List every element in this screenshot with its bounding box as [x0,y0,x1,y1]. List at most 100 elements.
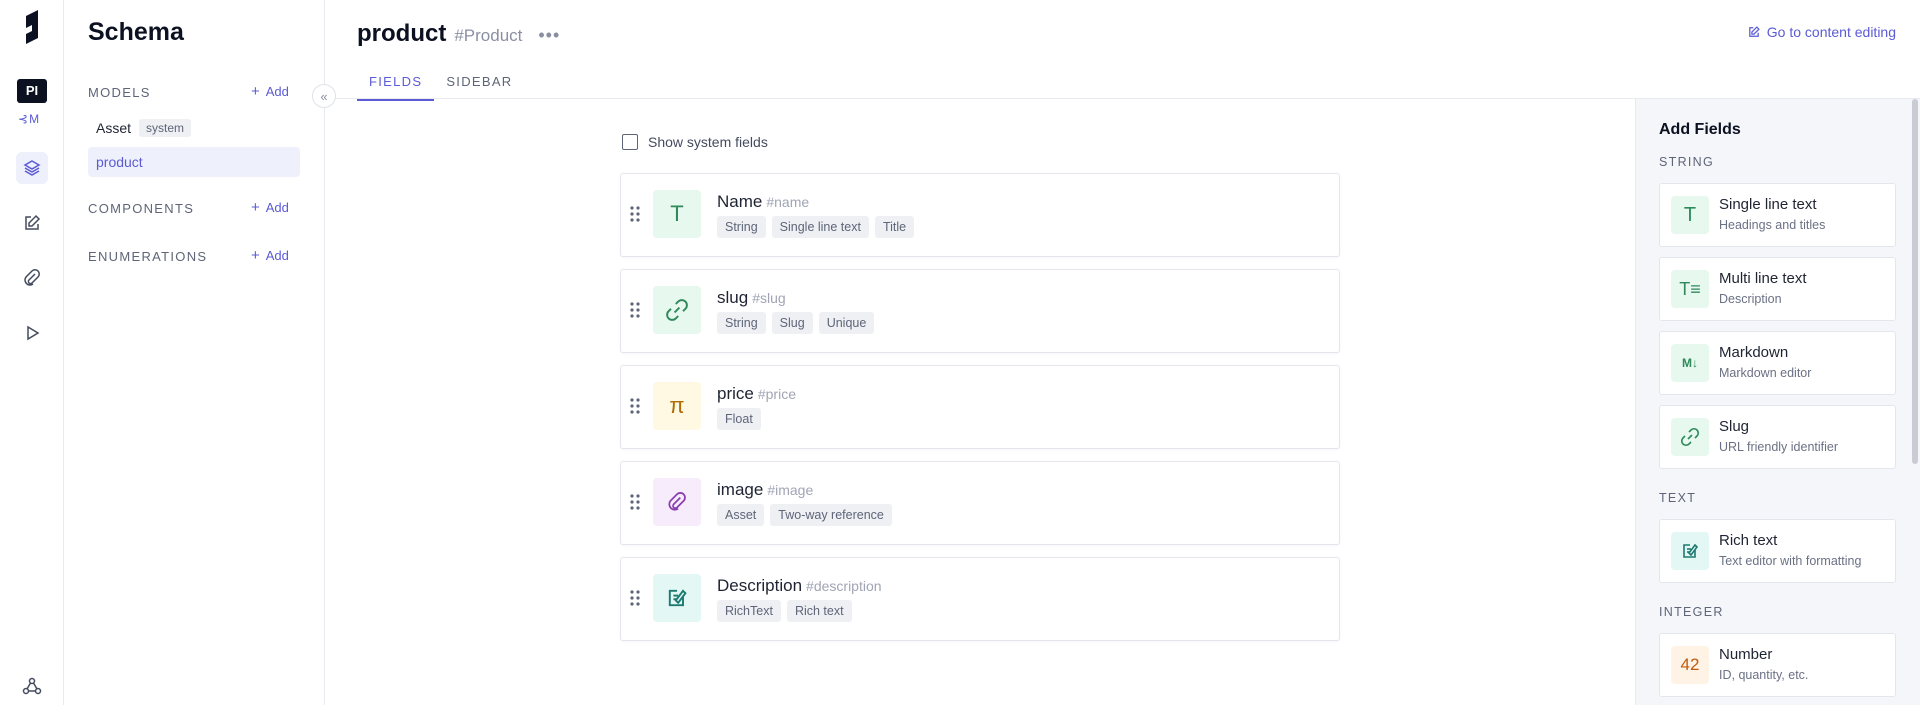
tab-bar: FIELDS SIDEBAR [357,66,525,101]
number-icon: 42 [1671,646,1709,684]
field-tags: Asset Two-way reference [717,504,892,526]
nav-schema[interactable] [16,152,48,184]
collapse-sidebar-button[interactable]: « [312,84,336,108]
link-icon [1671,418,1709,456]
chevrons-left-icon: « [320,88,328,104]
nav-assets[interactable] [16,262,48,294]
field-tag: Two-way reference [770,504,892,526]
field-card-description[interactable]: Description #description RichText Rich text [620,557,1340,641]
pi-icon: π [653,382,701,430]
field-tags: RichText Rich text [717,600,852,622]
group-heading-string: STRING [1659,155,1715,169]
field-name: image #image [717,480,814,499]
field-api-id: #name [766,194,810,210]
field-api-id: #slug [752,290,786,306]
multiline-text-icon: T≡ [1671,270,1709,308]
field-tags: String Single line text Title [717,216,915,238]
drag-handle-icon[interactable] [629,396,641,416]
group-heading-integer: INTEGER [1659,605,1724,619]
model-item-product[interactable]: product [88,147,300,177]
field-tag: Single line text [771,216,869,238]
plus-icon: + [251,199,260,216]
field-tag: Float [717,408,761,430]
field-tag: Title [874,216,915,238]
link-icon [653,286,701,334]
panel-scrollbar[interactable] [1912,99,1918,464]
field-type-slug[interactable]: Slug URL friendly identifier [1659,405,1896,469]
more-options-icon[interactable]: ••• [538,25,560,46]
field-type-number[interactable]: 42 Number ID, quantity, etc. [1659,633,1896,697]
paperclip-icon [24,269,40,286]
show-system-fields-checkbox[interactable] [622,134,638,150]
schema-sidebar: Schema MODELS + Add Asset system product … [64,0,325,705]
field-type-markdown[interactable]: M↓ Markdown Markdown editor [1659,331,1896,395]
system-badge: system [139,119,192,137]
model-item-asset[interactable]: Asset system [88,113,300,143]
add-enumeration-button[interactable]: + Add [251,248,289,263]
env-label: M [29,112,40,126]
field-tag: Slug [771,312,813,334]
text-icon: T [1671,196,1709,234]
field-tag: Asset [717,504,765,526]
field-tag: RichText [717,600,781,622]
nav-playground[interactable] [16,317,48,349]
drag-handle-icon[interactable] [629,204,641,224]
edit-icon [25,214,41,230]
drag-handle-icon[interactable] [629,588,641,608]
layers-icon [23,160,41,176]
drag-handle-icon[interactable] [629,492,641,512]
components-heading: COMPONENTS [88,201,195,216]
field-type-single-line-text[interactable]: T Single line text Headings and titles [1659,183,1896,247]
edit-icon [1748,26,1760,37]
rich-text-icon [653,574,701,622]
model-api-id: #Product [454,26,523,45]
environment-indicator[interactable]: ⊰ M [18,111,48,127]
markdown-icon: M↓ [1671,344,1709,382]
paperclip-icon [653,478,701,526]
field-name: Description #description [717,576,882,595]
field-api-id: #description [806,578,882,594]
model-name: product [357,20,447,47]
field-api-id: #price [757,386,796,402]
webhook-icon [22,677,42,695]
plus-icon: + [251,247,260,264]
field-card-slug[interactable]: slug #slug String Slug Unique [620,269,1340,353]
field-card-name[interactable]: T Name #name String Single line text Title [620,173,1340,257]
model-header: product #Product ••• Go to content editi… [325,0,1920,101]
project-avatar[interactable]: PI [17,79,47,103]
field-type-multi-line-text[interactable]: T≡ Multi line text Description [1659,257,1896,321]
add-model-button[interactable]: + Add [251,84,289,99]
field-tag: Rich text [786,600,852,622]
play-icon [27,325,40,341]
field-name: Name #name [717,192,810,211]
models-heading: MODELS [88,85,151,100]
enumerations-heading: ENUMERATIONS [88,249,208,264]
drag-handle-icon[interactable] [629,300,641,320]
page-title: product #Product ••• [357,20,560,48]
field-tag: Unique [818,312,875,334]
field-type-rich-text[interactable]: Rich text Text editor with formatting [1659,519,1896,583]
schema-title: Schema [88,18,184,46]
field-card-image[interactable]: image #image Asset Two-way reference [620,461,1340,545]
tab-fields[interactable]: FIELDS [357,66,435,101]
plus-icon: + [251,83,260,100]
field-tags: String Slug Unique [717,312,875,334]
add-component-button[interactable]: + Add [251,200,289,215]
go-to-content-editing-link[interactable]: Go to content editing [1747,24,1896,40]
field-name: slug #slug [717,288,786,307]
nav-webhooks[interactable] [16,670,48,702]
field-tag: String [717,216,766,238]
field-tag: String [717,312,766,334]
text-icon: T [653,190,701,238]
branch-icon: ⊰ [18,112,29,126]
group-heading-text: TEXT [1659,491,1697,505]
field-tags: Float [717,408,761,430]
field-card-price[interactable]: π price #price Float [620,365,1340,449]
nav-content[interactable] [16,207,48,239]
hygraph-logo-icon[interactable] [20,10,44,50]
rich-text-icon [1671,532,1709,570]
field-name: price #price [717,384,796,403]
tab-sidebar[interactable]: SIDEBAR [434,66,524,101]
field-api-id: #image [767,482,814,498]
show-system-fields-toggle[interactable]: Show system fields [622,134,768,150]
